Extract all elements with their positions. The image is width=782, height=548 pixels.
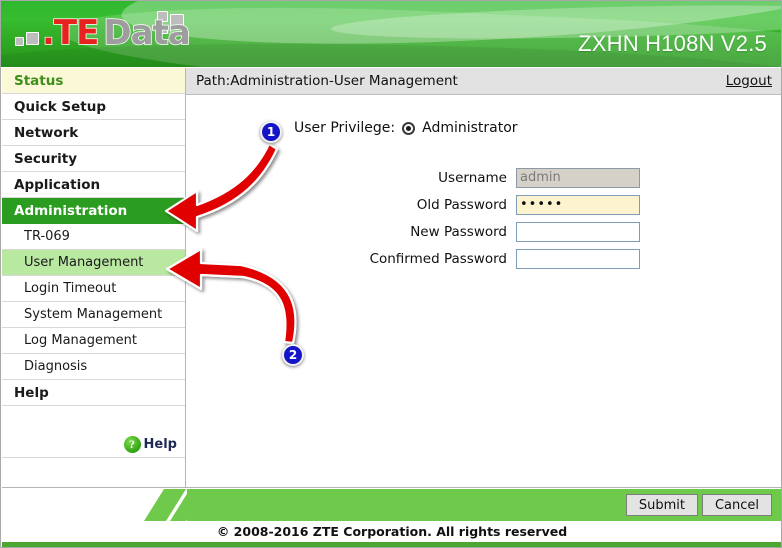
callout-badge-2: 2 [282, 344, 304, 366]
logo-wordmark: .TE Data [41, 13, 192, 53]
sidebar-item-network[interactable]: Network [2, 120, 185, 146]
sidebar-item-user-management[interactable]: User Management [2, 250, 185, 276]
old-password-field[interactable] [516, 194, 640, 215]
logo-te-text: .TE [41, 13, 100, 53]
router-admin-page: .TE Data ZXHN H108N V2.5 Status Quick Set… [0, 0, 782, 548]
sidebar-item-application[interactable]: Application [2, 172, 185, 198]
username-field [516, 167, 640, 188]
sidebar-navigation: Status Quick Setup Network Security Appl… [2, 68, 186, 488]
breadcrumb: Path:Administration-User Management [196, 72, 458, 89]
sidebar-item-status[interactable]: Status [2, 68, 185, 94]
sidebar-item-diagnosis[interactable]: Diagnosis [2, 354, 185, 380]
bottom-green-bar [2, 542, 781, 547]
callout-badge-1: 1 [260, 121, 282, 143]
new-password-field[interactable] [516, 221, 640, 242]
page-header: .TE Data ZXHN H108N V2.5 [1, 1, 781, 67]
logo-square-icon [15, 37, 24, 46]
submit-button[interactable]: Submit [625, 494, 698, 516]
question-mark-circle-icon: ? [123, 436, 141, 453]
cancel-button[interactable]: Cancel [701, 494, 772, 516]
administrator-radio-label: Administrator [422, 120, 518, 136]
logo-square-icon [26, 32, 39, 45]
sidebar-item-security[interactable]: Security [2, 146, 185, 172]
te-data-logo: .TE Data [15, 11, 192, 61]
help-link[interactable]: ? Help [123, 436, 177, 453]
footer-action-bar: Submit Cancel [2, 489, 781, 521]
sidebar-item-system-management[interactable]: System Management [2, 302, 185, 328]
copyright-text: © 2008-2016 ZTE Corporation. All rights … [2, 521, 781, 542]
sidebar-item-administration[interactable]: Administration [2, 198, 185, 224]
username-label: Username [438, 169, 507, 186]
user-privilege-row: User Privilege: Administrator [294, 120, 518, 136]
logout-link[interactable]: Logout [726, 68, 772, 95]
form-row-confirmed-password: Confirmed Password [186, 246, 781, 271]
breadcrumb-bar: Path:Administration-User Management Logo… [186, 68, 781, 95]
sidebar-item-log-management[interactable]: Log Management [2, 328, 185, 354]
confirmed-password-label: Confirmed Password [369, 250, 507, 267]
form-row-new-password: New Password [186, 219, 781, 244]
confirmed-password-field[interactable] [516, 248, 640, 269]
administrator-radio[interactable] [402, 121, 416, 135]
device-model-title: ZXHN H108N V2.5 [578, 31, 767, 56]
form-row-username: Username [186, 165, 781, 190]
user-privilege-label: User Privilege: [294, 120, 396, 136]
sidebar-item-tr-069[interactable]: TR-069 [2, 224, 185, 250]
sidebar-item-help[interactable]: Help [2, 380, 185, 406]
logo-data-text: Data [103, 13, 192, 53]
user-management-form: Username Old Password New Password Confi… [186, 165, 781, 273]
new-password-label: New Password [410, 223, 507, 240]
help-link-label: Help [143, 437, 177, 452]
old-password-label: Old Password [416, 196, 507, 213]
sidebar-item-login-timeout[interactable]: Login Timeout [2, 276, 185, 302]
sidebar-item-quick-setup[interactable]: Quick Setup [2, 94, 185, 120]
form-row-old-password: Old Password [186, 192, 781, 217]
